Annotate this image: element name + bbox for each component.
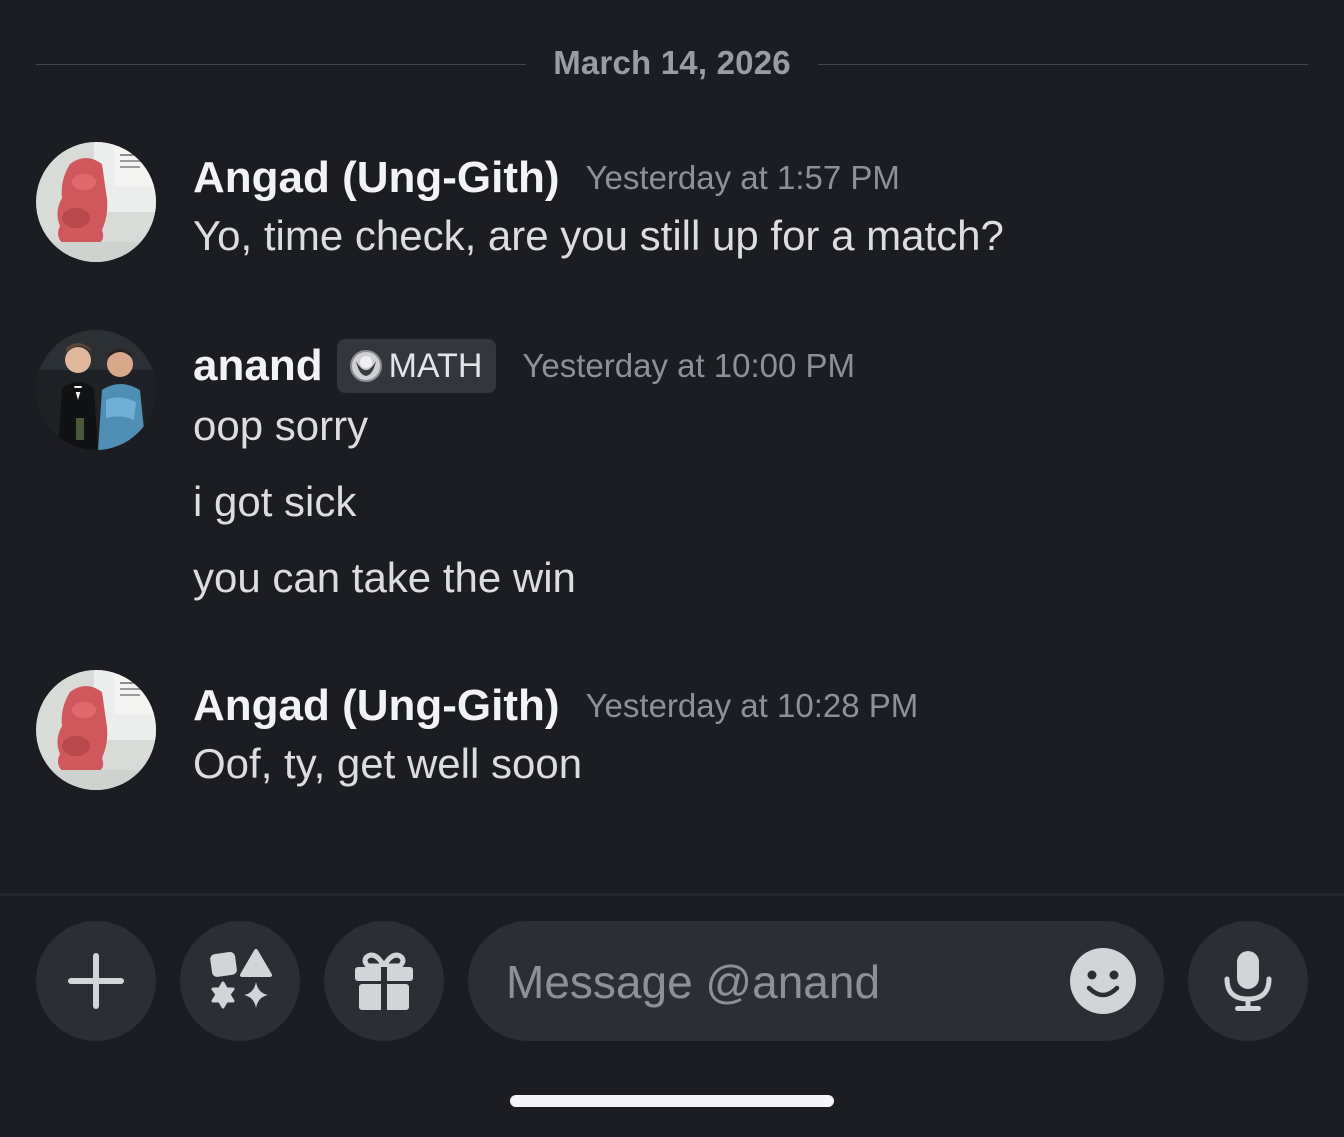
role-label: MATH — [388, 346, 483, 385]
timestamp: Yesterday at 10:00 PM — [522, 347, 856, 384]
username[interactable]: Angad (Ung-Gith) — [193, 681, 560, 731]
message-text: oop sorry — [193, 402, 369, 449]
divider-line — [818, 64, 1308, 65]
gift-icon — [355, 952, 413, 1010]
avatar-image — [36, 670, 156, 790]
message-header: Angad (Ung-Gith) Yesterday at 10:28 PM — [193, 678, 918, 734]
message-group[interactable]: anand MATH Yesterday at 10:00 PM oop sor… — [36, 330, 1308, 610]
add-attachment-button[interactable] — [36, 921, 156, 1041]
role-icon — [349, 350, 382, 382]
gift-button[interactable] — [324, 921, 444, 1041]
avatar-image — [36, 330, 156, 450]
timestamp: Yesterday at 1:57 PM — [585, 159, 900, 196]
role-tag[interactable]: MATH — [336, 339, 497, 393]
message-text: you can take the win — [193, 554, 576, 601]
username[interactable]: anand — [193, 341, 323, 391]
avatar[interactable] — [36, 142, 156, 262]
message-text: i got sick — [193, 478, 357, 525]
message-header: anand MATH Yesterday at 10:00 PM — [193, 338, 855, 394]
message-input[interactable]: Message @anand — [468, 921, 1164, 1041]
message-header: Angad (Ung-Gith) Yesterday at 1:57 PM — [193, 150, 900, 206]
apps-icon — [210, 949, 272, 1009]
message-text: Yo, time check, are you still up for a m… — [193, 212, 1004, 259]
date-label: March 14, 2026 — [553, 44, 791, 81]
message-group[interactable]: Angad (Ung-Gith) Yesterday at 1:57 PM Yo… — [36, 142, 1308, 272]
home-indicator[interactable] — [510, 1095, 834, 1107]
avatar-image — [36, 142, 156, 262]
avatar[interactable] — [36, 670, 156, 790]
composer-divider — [0, 893, 1344, 896]
voice-message-button[interactable] — [1188, 921, 1308, 1041]
message-input-placeholder: Message @anand — [506, 956, 881, 1008]
emoji-icon[interactable] — [1070, 948, 1136, 1014]
dm-chat-screen: March 14, 2026 Angad (Ung-Gith) Yesterda… — [0, 0, 1344, 1137]
date-divider: March 14, 2026 — [36, 40, 1308, 90]
message-group[interactable]: Angad (Ung-Gith) Yesterday at 10:28 PM O… — [36, 670, 1308, 800]
username[interactable]: Angad (Ung-Gith) — [193, 153, 560, 203]
divider-line — [36, 64, 526, 65]
microphone-icon — [1224, 951, 1272, 1011]
plus-icon — [68, 953, 124, 1009]
timestamp: Yesterday at 10:28 PM — [585, 687, 919, 724]
apps-button[interactable] — [180, 921, 300, 1041]
message-text: Oof, ty, get well soon — [193, 740, 583, 787]
avatar[interactable] — [36, 330, 156, 450]
